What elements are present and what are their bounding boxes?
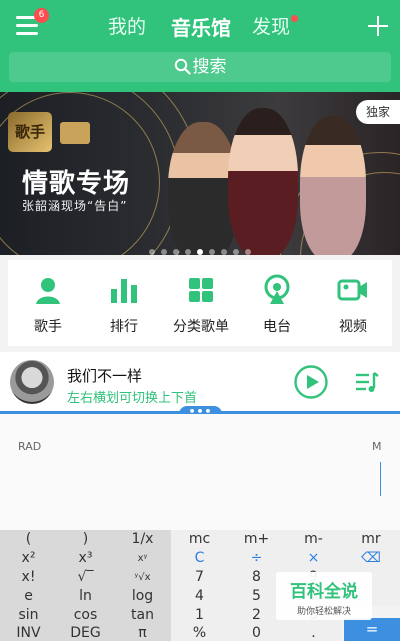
key-power[interactable]: xʸ xyxy=(114,549,171,568)
watermark: 百科全说 助你轻松解决 xyxy=(276,572,372,620)
search-bar[interactable]: 搜索 xyxy=(9,52,391,82)
key-sin[interactable]: sin xyxy=(0,606,57,625)
tab-mine[interactable]: 我的 xyxy=(108,12,146,39)
key-sqrt[interactable]: √‾ xyxy=(57,568,114,587)
banner-subtitle: 张韶涵现场“告白” xyxy=(22,199,128,213)
carousel-indicator xyxy=(0,240,400,255)
category-video[interactable]: 视频 xyxy=(313,274,393,336)
category-playlists[interactable]: 分类歌单 xyxy=(161,274,241,336)
tab-music-hall[interactable]: 音乐馆 xyxy=(171,12,231,41)
category-label: 电台 xyxy=(263,319,291,335)
play-icon[interactable] xyxy=(294,365,328,399)
promo-banner[interactable]: 歌手 独家 情歌专场 张韶涵现场“告白” xyxy=(0,92,400,255)
key-cube[interactable]: x³ xyxy=(57,549,114,568)
key-e[interactable]: e xyxy=(0,587,57,606)
category-singer[interactable]: 歌手 xyxy=(8,274,88,336)
key-m-minus[interactable]: m- xyxy=(285,530,342,549)
key-4[interactable]: 4 xyxy=(171,587,228,606)
add-icon[interactable] xyxy=(366,14,390,38)
key-mr[interactable]: mr xyxy=(342,530,400,549)
key-mc[interactable]: mc xyxy=(171,530,228,549)
key-ln[interactable]: ln xyxy=(57,587,114,606)
memory-indicator: M xyxy=(372,440,382,453)
key-0[interactable]: 0 xyxy=(228,625,285,641)
key-factorial[interactable]: x! xyxy=(0,568,57,587)
category-radio[interactable]: 电台 xyxy=(237,274,317,336)
key-log[interactable]: log xyxy=(114,587,171,606)
top-tabs: 我的 音乐馆 发现 xyxy=(0,12,400,42)
performer-image xyxy=(300,116,366,255)
key-percent[interactable]: % xyxy=(171,625,228,641)
swipe-hint: 左右横划可切换上下首 xyxy=(67,391,198,406)
top-app-bar: 6 我的 音乐馆 发现 搜索 xyxy=(0,0,400,92)
sponsor-logo xyxy=(60,122,90,144)
discover-red-dot xyxy=(291,15,298,22)
category-label: 排行 xyxy=(110,319,138,335)
exclusive-badge: 独家 xyxy=(355,100,400,124)
ranking-icon xyxy=(111,279,137,303)
video-icon xyxy=(337,279,367,301)
category-row: 歌手 排行 分类歌单 电台 视频 xyxy=(8,260,392,346)
key-inv[interactable]: INV xyxy=(0,625,57,641)
category-label: 视频 xyxy=(339,319,367,335)
key-7[interactable]: 7 xyxy=(171,568,228,587)
performer-image xyxy=(228,108,298,255)
angle-mode: RAD xyxy=(18,440,42,453)
key-divide[interactable]: ÷ xyxy=(228,549,285,568)
album-cover[interactable] xyxy=(10,360,54,404)
search-icon xyxy=(174,58,191,75)
calculator-display: RAD M xyxy=(0,414,400,530)
playlist-icon[interactable] xyxy=(354,369,380,395)
singer-icon xyxy=(36,278,60,304)
category-ranking[interactable]: 排行 xyxy=(84,274,164,336)
category-icon xyxy=(189,278,213,302)
key-cos[interactable]: cos xyxy=(57,606,114,625)
key-equals[interactable]: = xyxy=(344,618,400,641)
banner-title: 情歌专场 xyxy=(22,169,131,199)
key-clear[interactable]: C xyxy=(171,549,228,568)
show-logo: 歌手 xyxy=(8,112,52,152)
text-cursor xyxy=(380,462,381,496)
key-square[interactable]: x² xyxy=(0,549,57,568)
tab-discover[interactable]: 发现 xyxy=(252,12,290,39)
key-dot[interactable]: . xyxy=(285,625,342,641)
category-label: 歌手 xyxy=(34,319,62,335)
song-title: 我们不一样 xyxy=(67,367,143,385)
key-close-paren[interactable]: ) xyxy=(57,530,114,549)
search-label: 搜索 xyxy=(192,57,227,77)
key-open-paren[interactable]: ( xyxy=(0,530,57,549)
key-deg[interactable]: DEG xyxy=(57,625,114,641)
radio-icon xyxy=(264,274,290,304)
key-backspace[interactable]: ⌫ xyxy=(342,549,400,568)
mini-player[interactable]: 我们不一样 左右横划可切换上下首 xyxy=(0,352,400,412)
category-label: 分类歌单 xyxy=(173,319,229,335)
key-pi[interactable]: π xyxy=(114,625,171,641)
key-root[interactable]: ʸ√x xyxy=(114,568,171,587)
key-tan[interactable]: tan xyxy=(114,606,171,625)
key-1[interactable]: 1 xyxy=(171,606,228,625)
key-reciprocal[interactable]: 1/x xyxy=(114,530,171,549)
watermark-subtitle: 助你轻松解决 xyxy=(296,607,351,617)
key-multiply[interactable]: × xyxy=(285,549,342,568)
watermark-title: 百科全说 xyxy=(290,582,358,602)
key-m-plus[interactable]: m+ xyxy=(228,530,285,549)
